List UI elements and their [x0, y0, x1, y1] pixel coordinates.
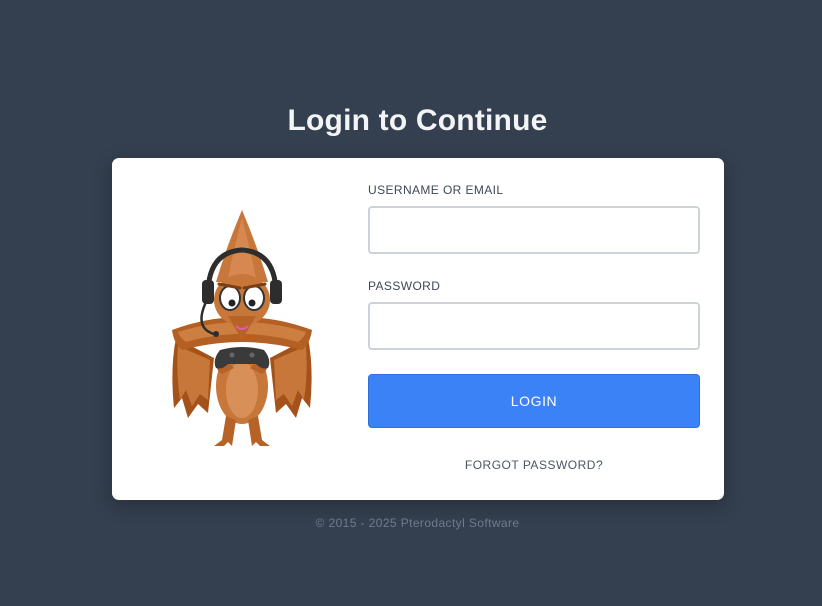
password-label: PASSWORD — [368, 279, 441, 293]
footer-copyright: © 2015 - 2025 Pterodactyl Software — [315, 516, 520, 530]
pterodactyl-mascot-icon — [172, 210, 312, 446]
password-input[interactable] — [368, 302, 700, 350]
username-label: USERNAME OR EMAIL — [368, 183, 504, 197]
login-card: USERNAME OR EMAIL PASSWORD LOGIN FORGOT … — [112, 158, 724, 500]
login-page: Login to Continue USERNAME OR EMAIL PASS… — [0, 0, 822, 606]
username-input[interactable] — [368, 206, 700, 254]
page-title: Login to Continue — [287, 104, 548, 137]
forgot-password-link[interactable]: FORGOT PASSWORD? — [368, 458, 700, 472]
login-button[interactable]: LOGIN — [368, 374, 700, 428]
